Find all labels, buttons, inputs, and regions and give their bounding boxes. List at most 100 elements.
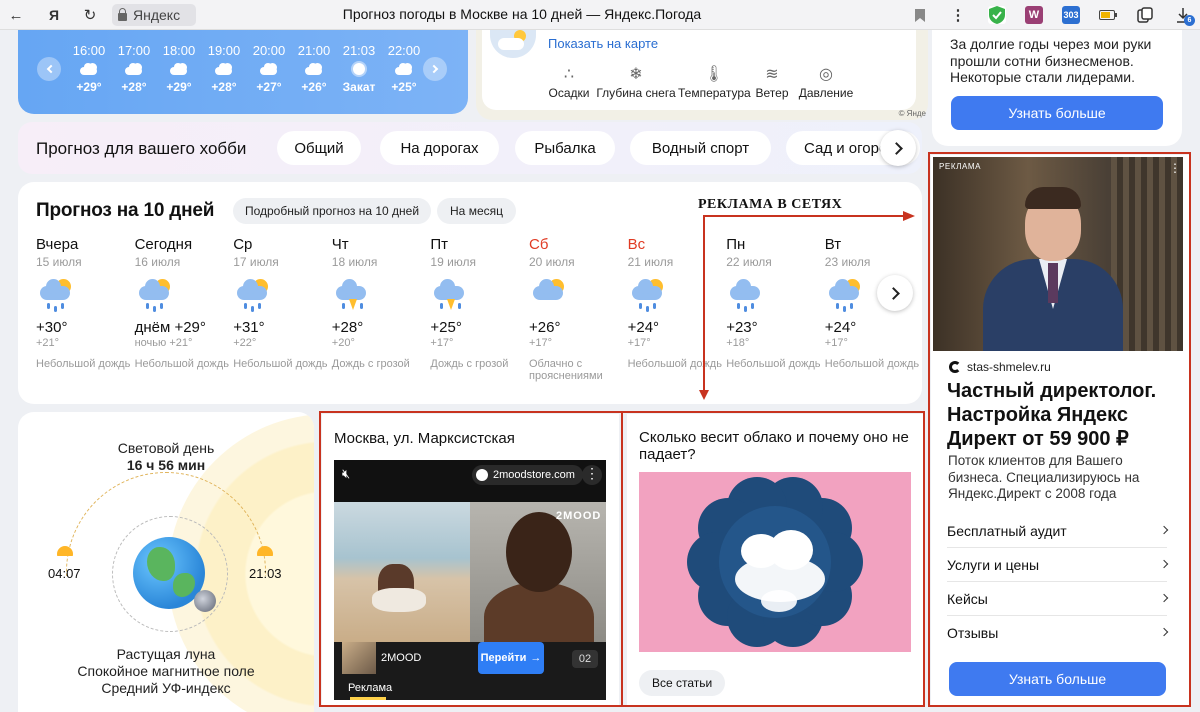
day-name: Пт <box>430 236 449 253</box>
hour-item: 20:00 +27° <box>247 43 291 94</box>
hourly-prev-button[interactable] <box>37 57 61 81</box>
back-icon[interactable]: ← <box>6 5 26 25</box>
hour-time: 21:00 <box>297 43 331 58</box>
hour-time: 19:00 <box>207 43 241 58</box>
learn-more-button[interactable]: Узнать больше <box>951 96 1163 130</box>
day-condition: Небольшой дождь <box>36 358 131 370</box>
detailed-forecast-chip[interactable]: Подробный прогноз на 10 дней <box>233 198 431 224</box>
forecast-day[interactable]: Пт 19 июля +25° +17° Дождь с грозой <box>430 236 526 370</box>
month-forecast-chip[interactable]: На месяц <box>437 198 516 224</box>
day-low-temp: ночью +21° <box>134 337 193 349</box>
bookmark-icon[interactable] <box>910 5 930 25</box>
hour-temp: +27° <box>256 80 282 94</box>
forecast-day[interactable]: Вс 21 июля +24° +17° Небольшой дождь <box>628 236 724 370</box>
day-high-temp: +28° <box>331 319 364 336</box>
hobby-next-button[interactable] <box>880 130 916 166</box>
hour-time: 17:00 <box>117 43 151 58</box>
day-name: Пн <box>726 236 746 253</box>
partly-cloudy-icon <box>395 63 413 75</box>
map-param-precipitation[interactable]: ∴ Осадки <box>544 64 594 100</box>
annotation-arrow-down-icon <box>699 390 709 400</box>
hour-temp: +26° <box>301 80 327 94</box>
battery-extension-icon[interactable] <box>1099 6 1117 24</box>
hobby-title: Прогноз для вашего хобби <box>36 139 247 158</box>
hour-temp: +25° <box>391 80 417 94</box>
map-param-label: Давление <box>798 86 854 100</box>
map-param-pressure[interactable]: ◎ Давление <box>796 64 856 100</box>
annotation-arrow-line <box>703 215 903 217</box>
partly-cloudy-icon <box>305 63 323 75</box>
wind-icon: ≋ <box>765 66 779 83</box>
day-low-temp: +21° <box>36 337 60 349</box>
hour-time: 18:00 <box>162 43 196 58</box>
day-name: Сб <box>529 236 549 253</box>
map-param-snow[interactable]: ❄ Глубина снега <box>596 64 676 100</box>
map-card: Показать на карте ∴ Осадки ❄ Глубина снега… <box>476 30 928 120</box>
forecast-next-button[interactable] <box>877 275 913 311</box>
day-condition: Небольшой дождь <box>134 358 229 370</box>
snowflake-icon: ❄ <box>629 66 643 83</box>
day-name: Вт <box>824 236 842 253</box>
moon-icon <box>194 590 216 612</box>
day-high-temp: +30° <box>36 319 68 336</box>
calendar-extension-number: 303 <box>1063 10 1079 20</box>
w-extension-icon[interactable]: W <box>1025 6 1043 24</box>
annotation-arrow-line <box>703 216 705 392</box>
partly-cloudy-icon <box>170 63 188 75</box>
yandex-logo-icon[interactable]: Я <box>44 5 64 25</box>
map-param-label: Осадки <box>548 86 590 100</box>
url-host: Яндекс <box>133 7 181 23</box>
forecast-day[interactable]: Чт 18 июля +28° +20° Дождь с грозой <box>332 236 428 370</box>
chevron-right-icon <box>429 64 439 74</box>
hour-item: 17:00 +28° <box>112 43 156 94</box>
hourly-forecast: 16:00 +29° 17:00 +28° 18:00 +29° 19:00 +28° 20:0… <box>18 30 468 114</box>
hobby-pill-fishing[interactable]: Рыбалка <box>515 131 615 165</box>
weather-map-icon <box>490 30 536 58</box>
forecast-day[interactable]: Сегодня 16 июля днём +29° ночью +21° Небольш… <box>135 236 231 370</box>
hour-temp: +28° <box>121 80 147 94</box>
forecast-day[interactable]: Сб 20 июля +26° +17° Облачно с прояснениями <box>529 236 625 382</box>
day-low-temp: +17° <box>627 337 651 349</box>
map-param-wind[interactable]: ≋ Ветер <box>752 64 792 100</box>
address-bar[interactable]: Яндекс <box>112 4 196 26</box>
map-param-label: Ветер <box>755 86 789 100</box>
hour-item: 22:00 +25° <box>382 43 426 94</box>
hobby-pill-water-sport[interactable]: Водный спорт <box>630 131 771 165</box>
page-title: Прогноз погоды в Москве на 10 дней — Янд… <box>342 6 702 22</box>
chevron-right-icon <box>889 141 903 155</box>
hour-time: 22:00 <box>387 43 421 58</box>
hobby-pill-roads[interactable]: На дорогах <box>380 131 499 165</box>
hobby-pill-general[interactable]: Общий <box>277 131 361 165</box>
calendar-extension-icon[interactable]: 303 <box>1062 6 1080 24</box>
hour-item: 19:00 +28° <box>202 43 246 94</box>
day-high-temp: днём +29° <box>134 319 206 336</box>
day-low-temp: +20° <box>331 337 355 349</box>
day-high-temp: +26° <box>529 319 561 336</box>
day-condition: Облачно с прояснениями <box>529 358 603 382</box>
droplets-icon: ∴ <box>563 66 575 83</box>
show-on-map-link[interactable]: Показать на карте <box>548 36 658 51</box>
partly-cloudy-icon <box>125 63 143 75</box>
downloads-icon[interactable]: 6 <box>1174 6 1195 26</box>
copy-extension-icon[interactable] <box>1136 6 1154 24</box>
day-name: Ср <box>233 236 253 253</box>
forecast-day[interactable]: Вчера 15 июля +30° +21° Небольшой дождь <box>36 236 132 370</box>
forecast-day[interactable]: Пн 22 июля +23° +18° Небольшой дождь <box>726 236 822 370</box>
day-high-temp: +24° <box>824 319 857 336</box>
reload-icon[interactable]: ↻ <box>80 5 100 25</box>
map-param-temperature[interactable]: 🌡︎ Температура <box>678 64 751 100</box>
lock-icon <box>118 7 127 21</box>
hour-item: 21:00 +26° <box>292 43 336 94</box>
annotation-label: РЕКЛАМА В СЕТЯХ <box>698 197 843 212</box>
day-low-temp: +17° <box>824 337 848 349</box>
side-ad-top[interactable]: За долгие годы через мои руки прошли сот… <box>932 30 1182 146</box>
forecast-day[interactable]: Ср 17 июля +31° +22° Небольшой дождь <box>233 236 329 370</box>
map-panel: Показать на карте ∴ Осадки ❄ Глубина снега… <box>482 30 916 110</box>
hourly-next-button[interactable] <box>423 57 447 81</box>
menu-dots-icon[interactable]: ⋮ <box>948 5 968 25</box>
day-date: 23 июля <box>824 255 871 269</box>
shield-extension-icon[interactable] <box>988 6 1006 24</box>
sun-cloud-rain-icon <box>40 279 74 313</box>
hour-time: 20:00 <box>252 43 286 58</box>
cloud-storm-icon <box>335 279 370 313</box>
